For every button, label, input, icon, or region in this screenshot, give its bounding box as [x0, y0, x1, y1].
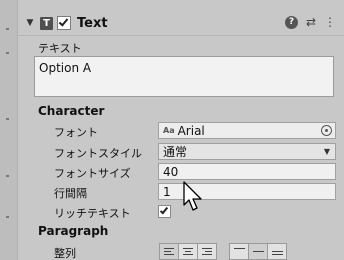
strip-mark [6, 118, 9, 120]
align-bottom-button[interactable] [267, 243, 287, 260]
font-value: Arial [177, 123, 205, 138]
font-label: フォント [54, 126, 98, 139]
header-divider [18, 35, 344, 36]
strip-mark [6, 216, 9, 218]
font-style-value: 通常 [163, 145, 188, 159]
component-title: Text [77, 15, 108, 31]
horizontal-align-group [159, 243, 217, 260]
rich-text-checkbox[interactable] [158, 205, 171, 218]
align-right-button[interactable] [197, 243, 217, 260]
line-spacing-label: 行間隔 [54, 187, 87, 200]
align-center-button[interactable] [178, 243, 198, 260]
more-icon[interactable]: ⋮ [324, 15, 336, 29]
font-style-dropdown[interactable]: 通常 ▼ [158, 143, 336, 160]
font-style-label: フォントスタイル [54, 147, 142, 160]
text-label: テキスト [38, 42, 82, 55]
check-icon [58, 16, 69, 27]
text-component-icon: T [40, 16, 53, 30]
left-scroll-strip [0, 0, 18, 260]
paragraph-heading: Paragraph [38, 224, 109, 238]
object-picker-icon[interactable] [321, 125, 332, 136]
align-middle-button[interactable] [248, 243, 268, 260]
strip-mark [6, 28, 9, 30]
header-icons: ? ⇄ ⋮ [284, 15, 336, 29]
alignment-label: 整列 [54, 247, 76, 260]
character-heading: Character [38, 104, 105, 118]
foldout-arrow-icon[interactable]: ▼ [22, 18, 38, 28]
align-left-button[interactable] [159, 243, 179, 260]
text-input[interactable]: Option A [34, 56, 334, 97]
strip-mark [6, 52, 9, 54]
component-header[interactable]: ▼ T Text ? ⇄ ⋮ [18, 12, 344, 34]
font-size-input[interactable]: 40 [158, 163, 336, 180]
font-object-field[interactable]: Aa Arial [158, 122, 336, 139]
strip-mark [6, 175, 9, 177]
preset-icon[interactable]: ⇄ [306, 15, 316, 29]
vertical-align-group [229, 243, 287, 260]
component-enabled-checkbox[interactable] [57, 16, 71, 30]
font-size-label: フォントサイズ [54, 167, 131, 180]
help-icon[interactable]: ? [284, 15, 298, 29]
check-icon [159, 205, 169, 215]
font-asset-icon: Aa [163, 126, 175, 135]
chevron-down-icon: ▼ [323, 147, 330, 156]
rich-text-label: リッチテキスト [54, 207, 131, 220]
mouse-cursor-icon [183, 181, 202, 211]
align-top-button[interactable] [229, 243, 249, 260]
